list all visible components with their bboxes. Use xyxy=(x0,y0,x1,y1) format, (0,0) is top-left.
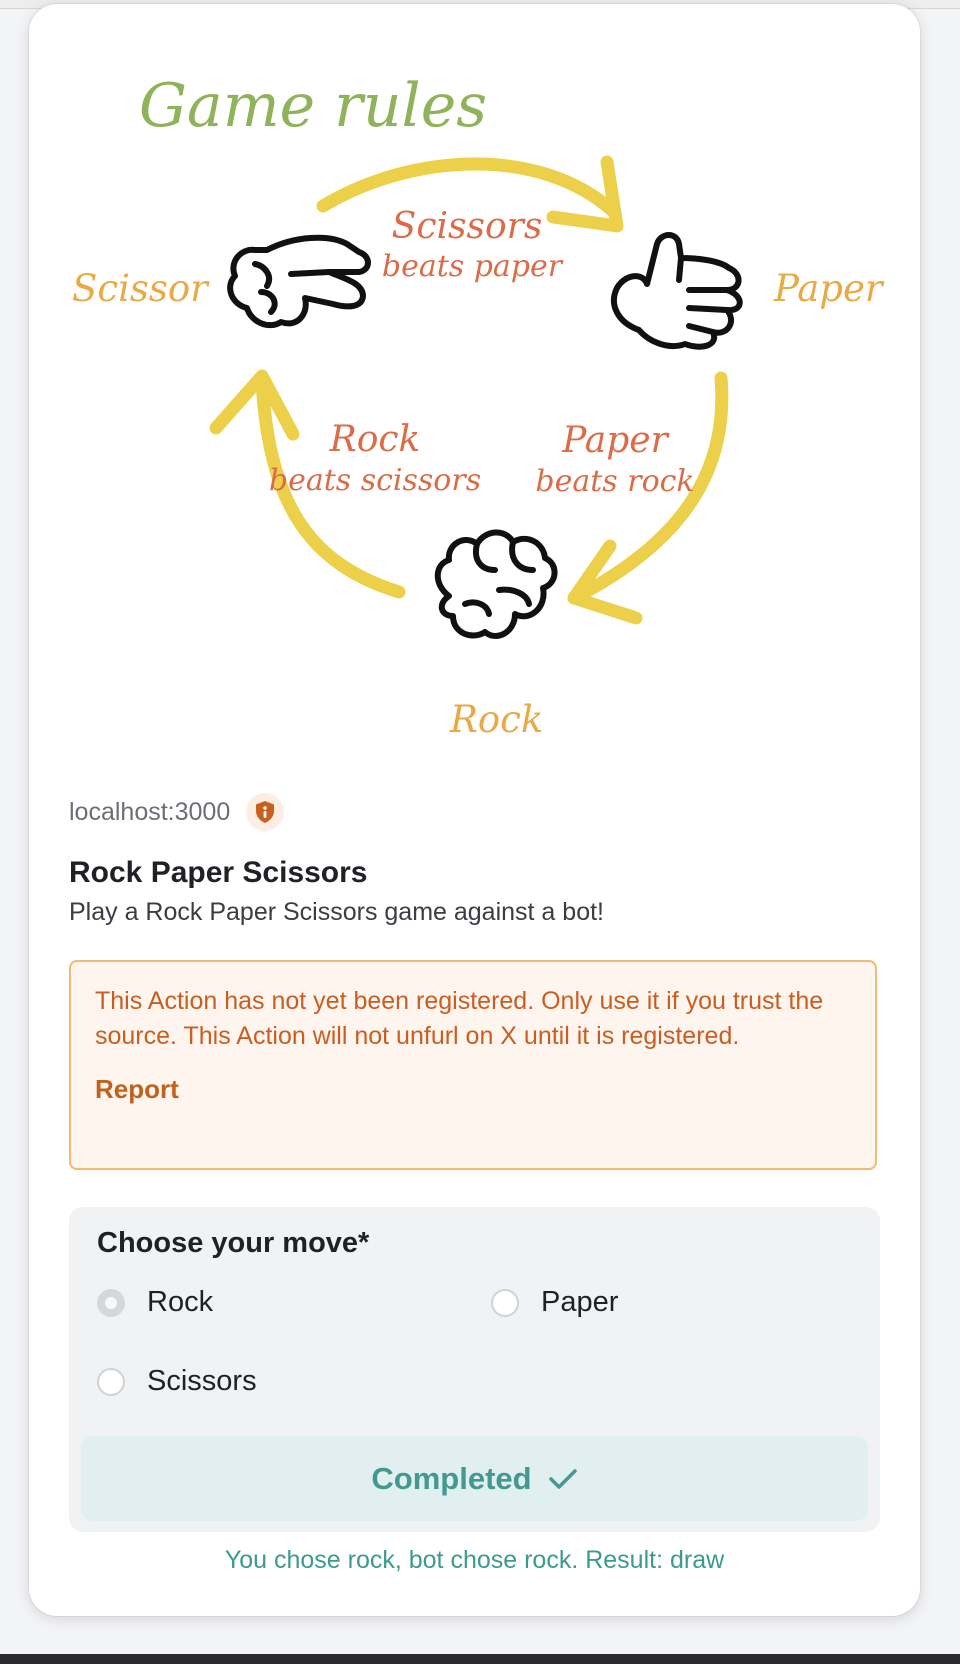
game-rules-heading: Game rules xyxy=(139,71,487,141)
action-title: Rock Paper Scissors xyxy=(69,856,368,889)
action-description: Play a Rock Paper Scissors game against … xyxy=(69,898,604,926)
rule-text-paper: beats rock xyxy=(535,464,694,499)
radio-button-paper[interactable] xyxy=(491,1288,519,1317)
paper-hand-icon xyxy=(610,232,743,350)
unregistered-warning: This Action has not yet been registered.… xyxy=(69,960,877,1170)
warning-message: This Action has not yet been registered.… xyxy=(95,987,824,1050)
move-form-label: Choose your move* xyxy=(97,1227,370,1259)
scissor-hand-label: Scissor xyxy=(72,267,210,310)
move-form: Choose your move* Rock Paper Scissors Co… xyxy=(69,1207,880,1532)
completed-button[interactable]: Completed xyxy=(81,1436,868,1521)
radio-label-scissors: Scissors xyxy=(147,1365,257,1397)
radio-button-rock[interactable] xyxy=(97,1288,125,1317)
radio-option-paper[interactable]: Paper xyxy=(491,1286,618,1319)
browser-bottom-strip xyxy=(0,1654,960,1664)
radio-label-paper: Paper xyxy=(541,1286,619,1318)
radio-button-scissors[interactable] xyxy=(97,1367,125,1396)
arrow-scissor-to-paper xyxy=(316,157,621,219)
result-message: You chose rock, bot chose rock. Result: … xyxy=(224,1546,725,1574)
scissors-hand-icon xyxy=(227,234,371,329)
game-rules-illustration: Game rules Scissor Paper Rock Scissors b… xyxy=(72,71,885,741)
arrowhead-scissor xyxy=(209,369,300,441)
rule-text-scissors: beats paper xyxy=(382,249,564,284)
check-icon xyxy=(548,1467,578,1491)
completed-button-label: Completed xyxy=(371,1460,532,1496)
radio-label-rock: Rock xyxy=(147,1286,214,1318)
security-badge[interactable] xyxy=(246,793,285,831)
source-host: localhost:3000 xyxy=(69,797,231,826)
shield-info-icon xyxy=(256,801,275,823)
action-card: Game rules Scissor Paper Rock Scissors b… xyxy=(29,4,920,1616)
rule-winner-paper: Paper xyxy=(561,420,669,461)
radio-option-scissors[interactable]: Scissors xyxy=(97,1365,257,1398)
radio-option-rock[interactable]: Rock xyxy=(97,1286,213,1319)
source-row: localhost:3000 xyxy=(69,793,285,831)
rule-winner-rock: Rock xyxy=(329,419,421,460)
rule-text-rock: beats scissors xyxy=(269,463,481,498)
rock-fist-icon xyxy=(434,529,558,639)
report-link[interactable]: Report xyxy=(95,1074,851,1105)
paper-hand-label: Paper xyxy=(773,267,885,310)
rock-hand-label: Rock xyxy=(449,698,543,741)
rule-winner-scissors: Scissors xyxy=(392,206,543,247)
